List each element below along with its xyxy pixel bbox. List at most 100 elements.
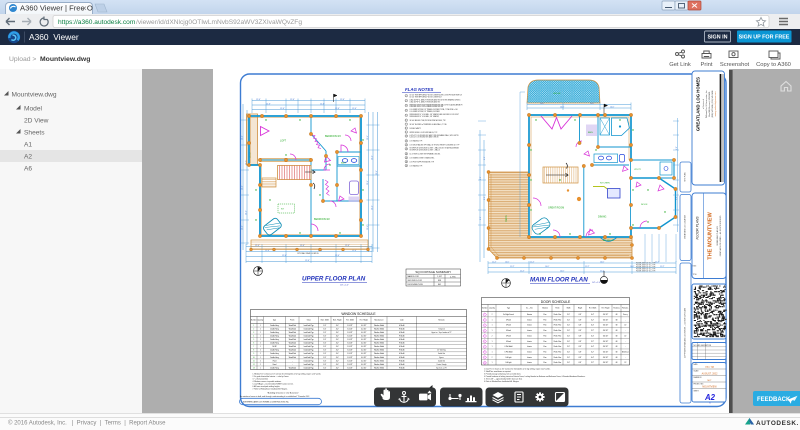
svg-text:1,167: 1,167 [437, 276, 442, 278]
svg-text:Insul/LowE Typ.: Insul/LowE Typ. [304, 343, 315, 345]
svg-text:Insul/LowE Typ.: Insul/LowE Typ. [304, 364, 315, 366]
svg-text:11'-2": 11'-2" [585, 266, 590, 268]
svg-text:FLAG NOTES: FLAG NOTES [405, 87, 433, 92]
svg-text:4: 4 [406, 110, 407, 112]
svg-text:SHEET:: SHEET: [694, 391, 700, 393]
svg-text:H 30x46: H 30x46 [399, 336, 405, 338]
svg-text:Pine: Pine [544, 319, 547, 321]
svg-text:4'-0 1/2": 4'-0 1/2" [361, 346, 367, 348]
svg-text:3'-0": 3'-0" [567, 357, 570, 359]
svg-text:13: 13 [253, 367, 255, 369]
svg-text:12'-6": 12'-6" [340, 99, 345, 101]
svg-text:68: 68 [616, 335, 618, 337]
svg-text:3'-0": 3'-0" [567, 335, 570, 337]
svg-text:68: 68 [616, 346, 618, 348]
svg-text:H 30x46: H 30x46 [399, 328, 405, 330]
svg-text:4'-0": 4'-0" [336, 325, 339, 327]
svg-text:FLOOR JOIST 16" O.C. TYP.: FLOOR JOIST 16" O.C. TYP. [636, 264, 656, 266]
svg-text:6 Panel: 6 Panel [506, 341, 512, 343]
svg-text:14'-0": 14'-0" [560, 106, 565, 108]
svg-text:10: 10 [253, 357, 255, 359]
svg-text:4'-0": 4'-0" [336, 353, 339, 355]
svg-text:3'-0 1/2": 3'-0 1/2" [347, 332, 353, 334]
svg-text:By wisdom a house is built, an: By wisdom a house is built, and through … [240, 395, 309, 398]
svg-text:8'-6": 8'-6" [484, 156, 486, 160]
svg-text:3'-0": 3'-0" [323, 332, 326, 334]
svg-text:9'-6": 9'-6" [676, 196, 678, 200]
svg-text:9: 9 [253, 353, 254, 355]
svg-text:"Building Dreams is Our Bu: "Building Dreams is Our Business" [267, 392, 299, 395]
svg-text:SECOND FLOOR: SECOND FLOOR [408, 280, 423, 282]
svg-text:AUGUST, 2002: AUGUST, 2002 [702, 373, 718, 376]
svg-text:6'-8 1/2": 6'-8 1/2" [603, 362, 609, 364]
svg-text:FLOOR PLANS: FLOOR PLANS [695, 216, 699, 240]
svg-text:17: 17 [406, 165, 408, 167]
svg-text:10'-4": 10'-4" [372, 155, 374, 160]
svg-text:7: 7 [253, 346, 254, 348]
svg-text:Double Hung: Double Hung [270, 325, 279, 327]
svg-text:LEDGE: LEDGE [553, 93, 561, 95]
svg-text:Insul/LowE Typ.: Insul/LowE Typ. [304, 367, 315, 369]
svg-text:16"x16" HIGH EFFICIENCY WOOD C: 16"x16" HIGH EFFICIENCY WOOD CONSTRUCTED… [410, 95, 462, 97]
svg-text:6'-8 1/2": 6'-8 1/2" [603, 351, 609, 353]
svg-text:14: 14 [406, 153, 408, 155]
svg-text:15: 15 [406, 157, 408, 159]
svg-text:14'-0": 14'-0" [560, 270, 565, 272]
svg-text:3'-2": 3'-2" [591, 319, 594, 321]
svg-text:3'-0": 3'-0" [567, 325, 570, 327]
svg-text:DOOR SCHEDULE: DOOR SCHEDULE [541, 300, 571, 304]
svg-text:a Division of: a Division of [703, 99, 705, 109]
svg-text:12'-6": 12'-6" [282, 255, 287, 257]
svg-text:14'-0": 14'-0" [630, 266, 635, 268]
svg-text:6'-8 1/2": 6'-8 1/2" [603, 346, 609, 348]
svg-text:Thickness: Thickness [613, 308, 620, 310]
svg-text:Wood/Clad: Wood/Clad [289, 328, 296, 330]
svg-text:H 30x46: H 30x46 [399, 325, 405, 327]
svg-text:10'-4": 10'-4" [372, 205, 374, 210]
svg-text:5: 5 [406, 115, 407, 117]
svg-text:3'-0": 3'-0" [567, 341, 570, 343]
svg-text:FLOOR JOIST 16" O.C. TYP.: FLOOR JOIST 16" O.C. TYP. [636, 271, 656, 273]
svg-text:MAIN FLOOR: MAIN FLOOR [408, 275, 420, 278]
svg-text:2. Solid/Pine: wood doors as: 2. Solid/Pine: wood doors as required. [484, 371, 511, 373]
svg-text:1/2: 1/2 [624, 362, 626, 364]
svg-text:www.greatlandloghomes.com: www.greatlandloghomes.com [714, 91, 717, 116]
svg-text:4'-0": 4'-0" [336, 357, 339, 359]
svg-text:Double Hung: Double Hung [270, 343, 279, 345]
svg-text:3'-2": 3'-2" [591, 362, 594, 364]
svg-text:COPYRIGHT GREATLAND LOG HOMES: COPYRIGHT GREATLAND LOG HOMES — DO NOT D… [684, 307, 687, 358]
svg-text:3'-0 1/2": 3'-0 1/2" [347, 328, 353, 330]
svg-text:10'-4": 10'-4" [242, 185, 244, 190]
svg-text:Wood/Clad: Wood/Clad [289, 339, 296, 341]
svg-text:3'-0": 3'-0" [323, 343, 326, 345]
svg-text:Insul/LowE Typ.: Insul/LowE Typ. [304, 346, 315, 348]
svg-text:DECKS/BUILT-INS: DECKS/BUILT-INS [408, 284, 424, 286]
svg-text:3'-0": 3'-0" [567, 362, 570, 364]
svg-text:8'-6": 8'-6" [480, 176, 482, 180]
svg-text:68: 68 [616, 351, 618, 353]
svg-text:12'-6": 12'-6" [335, 108, 340, 110]
svg-text:3'-0": 3'-0" [567, 330, 570, 332]
svg-text:Pine: Pine [544, 341, 547, 343]
svg-text:Insul/LowE Typ.: Insul/LowE Typ. [304, 353, 315, 355]
svg-text:3'-0 1/2": 3'-0 1/2" [347, 360, 353, 362]
svg-text:11'-2": 11'-2" [530, 261, 535, 263]
svg-text:Finish: Finish [555, 308, 559, 310]
svg-text:6'-8": 6'-8" [579, 330, 582, 332]
svg-text:6'-8 1/2": 6'-8 1/2" [603, 341, 609, 343]
svg-text:4'-0": 4'-0" [336, 350, 339, 352]
svg-text:12'-6": 12'-6" [352, 250, 357, 252]
svg-text:GREAT ROOM: GREAT ROOM [548, 207, 564, 210]
svg-text:TITLE: TITLE [693, 274, 697, 276]
svg-text:6 Pnl. Bifold: 6 Pnl. Bifold [505, 346, 513, 348]
svg-text:Code: Code [400, 320, 404, 322]
svg-text:Pine: Pine [544, 357, 547, 359]
svg-text:A2: A2 [704, 393, 716, 402]
svg-text:4'-0": 4'-0" [336, 328, 339, 330]
svg-text:Double Hung: Double Hung [270, 332, 279, 334]
svg-text:3'-0 1/2": 3'-0 1/2" [347, 339, 353, 341]
svg-text:1: 1 [406, 95, 407, 97]
svg-text:Finish: Finish [290, 320, 294, 322]
svg-text:Prefin. Pine: Prefin. Pine [554, 314, 562, 316]
svg-text:6'-4": 6'-4" [591, 314, 594, 316]
